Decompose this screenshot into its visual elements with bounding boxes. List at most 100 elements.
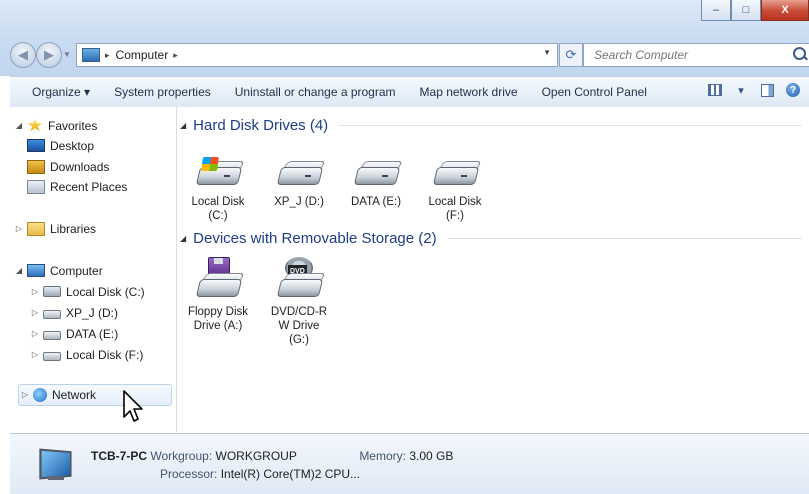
view-options-dropdown[interactable]: ▾ (731, 81, 751, 99)
content-pane: ◢ Hard Disk Drives (4) Local Disk (C:) X… (177, 107, 809, 432)
sidebar-item-label: Local Disk (F:) (66, 347, 144, 362)
drive-local-disk-f[interactable]: Local Disk (F:) (422, 157, 488, 223)
title-bar: – □ X ◀ ▶ ▼ ▸ Computer ▸ ▼ ⟳ (0, 0, 809, 76)
system-properties-button[interactable]: System properties (102, 85, 223, 99)
sidebar-item-network[interactable]: ▷ Network (20, 385, 96, 404)
organize-button[interactable]: Organize ▾ (10, 85, 102, 99)
breadcrumb-computer[interactable]: Computer (116, 48, 169, 62)
navigation-row: ◀ ▶ ▼ ▸ Computer ▸ ▼ ⟳ (10, 40, 809, 70)
minimize-button[interactable]: – (701, 0, 731, 21)
computer-details: TCB-7-PC Workgroup: WORKGROUP Memory: 3.… (91, 449, 453, 463)
expand-icon[interactable]: ▷ (20, 390, 30, 399)
sidebar-item-label: Recent Places (50, 179, 128, 194)
sidebar-item-local-disk-f[interactable]: ▷ Local Disk (F:) (30, 345, 143, 364)
sidebar-item-label: Favorites (48, 118, 98, 133)
computer-icon (27, 264, 45, 277)
uninstall-program-button[interactable]: Uninstall or change a program (223, 85, 408, 99)
forward-arrow-icon: ▶ (44, 47, 54, 62)
sidebar-item-desktop[interactable]: Desktop (24, 136, 94, 155)
processor-details: Processor: Intel(R) Core(TM)2 CPU... (160, 467, 360, 481)
group-collapse-icon[interactable]: ◢ (180, 234, 186, 243)
pc-name: TCB-7-PC (91, 449, 147, 463)
disk-icon (43, 331, 61, 340)
map-network-drive-button[interactable]: Map network drive (408, 85, 530, 99)
breadcrumb-separator[interactable]: ▸ (105, 50, 110, 61)
drive-floppy-a[interactable]: Floppy Disk Drive (A:) (185, 257, 251, 333)
system-drive-icon (194, 157, 245, 191)
sidebar-item-favorites[interactable]: ◢ Favorites (14, 116, 97, 135)
drive-label-line1: Local Disk (191, 196, 245, 208)
breadcrumb-separator[interactable]: ▸ (173, 50, 178, 61)
expand-icon[interactable]: ▷ (30, 308, 40, 317)
search-box[interactable] (583, 43, 809, 67)
desktop-icon (27, 139, 45, 152)
workgroup-label: Workgroup: (150, 449, 213, 463)
drive-label-line1: Floppy Disk (187, 306, 249, 318)
details-pane: TCB-7-PC Workgroup: WORKGROUP Memory: 3.… (10, 433, 809, 494)
back-button[interactable]: ◀ (10, 42, 36, 68)
help-icon: ? (786, 83, 800, 97)
preview-pane-button[interactable] (757, 81, 777, 99)
sidebar-item-label: XP_J (D:) (66, 305, 119, 320)
maximize-button[interactable]: □ (731, 0, 761, 21)
collapse-icon[interactable]: ◢ (14, 266, 24, 275)
sidebar-item-label: Desktop (50, 138, 95, 153)
drive-label-line2: (C:) (208, 210, 228, 222)
search-icon[interactable] (793, 47, 806, 60)
help-button[interactable]: ? (783, 81, 803, 99)
sidebar-item-local-disk-c[interactable]: ▷ Local Disk (C:) (30, 282, 145, 301)
expand-icon[interactable]: ▷ (30, 329, 40, 338)
drive-dvd-g[interactable]: DVD DVD/CD-R W Drive (G:) (266, 257, 332, 347)
expand-icon[interactable]: ▷ (30, 350, 40, 359)
refresh-button[interactable]: ⟳ (559, 43, 583, 67)
address-dropdown-icon[interactable]: ▼ (543, 48, 551, 57)
sidebar-item-xp-j-d[interactable]: ▷ XP_J (D:) (30, 303, 118, 322)
disk-icon (43, 310, 61, 319)
change-view-button[interactable] (705, 81, 725, 99)
command-bar: Organize ▾ System properties Uninstall o… (10, 76, 809, 108)
sidebar-item-computer[interactable]: ◢ Computer (14, 261, 103, 280)
memory-label: Memory: (359, 449, 406, 463)
recent-pages-dropdown-icon[interactable]: ▼ (63, 50, 71, 59)
sidebar-item-downloads[interactable]: Downloads (24, 157, 109, 176)
drive-xp-j-d[interactable]: XP_J (D:) (266, 157, 332, 209)
group-collapse-icon[interactable]: ◢ (180, 121, 186, 130)
network-icon (33, 387, 47, 402)
libraries-icon (27, 221, 45, 236)
memory-value: 3.00 GB (409, 449, 454, 463)
downloads-folder-icon (27, 159, 45, 174)
views-icon (708, 84, 722, 96)
hard-disk-drives-group-header[interactable]: ◢ Hard Disk Drives (4) (177, 115, 802, 135)
computer-monitor-icon (34, 448, 74, 482)
search-input[interactable] (592, 47, 776, 63)
view-controls: ▾ ? (705, 81, 803, 99)
group-divider (338, 124, 802, 126)
sidebar-item-label: DATA (E:) (66, 326, 119, 341)
drive-label-line3: (G:) (289, 334, 309, 346)
window-controls: – □ X (701, 0, 809, 22)
open-control-panel-button[interactable]: Open Control Panel (530, 85, 659, 99)
expand-icon[interactable]: ▷ (30, 287, 40, 296)
expand-icon[interactable]: ▷ (14, 224, 24, 233)
forward-button[interactable]: ▶ (36, 42, 62, 68)
group-title: Devices with Removable Storage (2) (193, 229, 437, 247)
drive-label-line2: W Drive (278, 320, 320, 332)
drive-local-disk-c[interactable]: Local Disk (C:) (185, 157, 251, 223)
collapse-icon[interactable]: ◢ (14, 121, 24, 130)
address-bar[interactable]: ▸ Computer ▸ ▼ (76, 43, 558, 67)
sidebar-item-data-e[interactable]: ▷ DATA (E:) (30, 324, 118, 343)
removable-storage-group-header[interactable]: ◢ Devices with Removable Storage (2) (177, 228, 802, 248)
hard-drive-icon (275, 157, 326, 191)
sidebar-item-recent-places[interactable]: Recent Places (24, 177, 127, 196)
close-button[interactable]: X (761, 0, 809, 21)
hard-drive-icon (352, 157, 403, 191)
sidebar-item-libraries[interactable]: ▷ Libraries (14, 219, 96, 238)
processor-value: Intel(R) Core(TM)2 CPU... (220, 467, 361, 481)
group-title: Hard Disk Drives (4) (193, 116, 329, 134)
dvd-drive-icon: DVD (275, 257, 326, 301)
sidebar-item-label: Network (52, 387, 97, 402)
navigation-pane: ◢ Favorites Desktop Downloads Recent Pla… (10, 107, 177, 432)
drive-data-e[interactable]: DATA (E:) (343, 157, 409, 209)
explorer-window: – □ X ◀ ▶ ▼ ▸ Computer ▸ ▼ ⟳ Organize ▾ … (0, 0, 809, 494)
drive-label-line1: DVD/CD-R (270, 306, 328, 318)
